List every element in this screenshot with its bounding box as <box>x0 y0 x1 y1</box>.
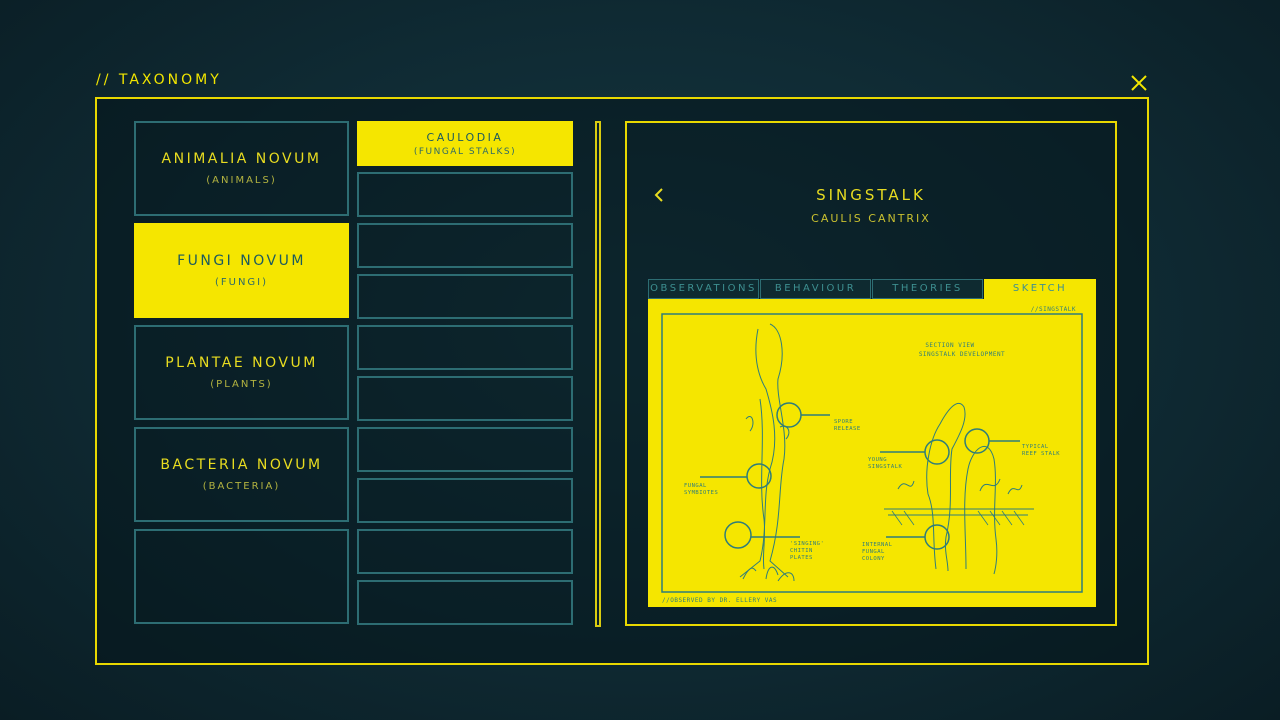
list-scrollbar[interactable] <box>595 121 601 627</box>
sketch-symbiotes-label: SYMBIOTES <box>684 490 718 496</box>
sketch-singing-label: 'SINGING' <box>790 541 824 547</box>
kingdom-sub: (BACTERIA) <box>202 481 281 492</box>
kingdom-plantae[interactable]: PLANTAE NOVUM (PLANTS) <box>134 325 349 420</box>
sketch-section-label: SECTION VIEW <box>925 342 974 349</box>
subcategory-empty-slot[interactable] <box>357 580 573 625</box>
kingdom-name: ANIMALIA NOVUM <box>161 151 322 167</box>
tab-sketch[interactable]: SKETCH <box>984 279 1096 299</box>
sketch-typical-label: REEF STALK <box>1022 451 1060 457</box>
subcategory-empty-slot[interactable] <box>357 325 573 370</box>
kingdom-bacteria[interactable]: BACTERIA NOVUM (BACTERIA) <box>134 427 349 522</box>
taxonomy-title: // TAXONOMY <box>96 72 222 88</box>
sketch-spore-label: RELEASE <box>834 426 861 432</box>
tab-theories[interactable]: THEORIES <box>872 279 983 299</box>
subcategory-empty-slot[interactable] <box>357 529 573 574</box>
sketch-typical-label: TYPICAL <box>1022 444 1049 450</box>
species-latin-name: CAULIS CANTRIX <box>811 212 931 225</box>
kingdom-fungi[interactable]: FUNGI NOVUM (FUNGI) <box>134 223 349 318</box>
sketch-symbiotes-label: FUNGAL <box>684 483 707 489</box>
sketch-section-label: SINGSTALK DEVELOPMENT <box>919 351 1005 358</box>
kingdom-name: BACTERIA NOVUM <box>160 457 323 473</box>
sketch-young-label: YOUNG <box>868 457 887 463</box>
sketch-panel: //SINGSTALK SECTION VIEW SINGSTALK DEVEL… <box>648 299 1096 607</box>
subcategory-empty-slot[interactable] <box>357 172 573 217</box>
singstalk-sketch: //SINGSTALK SECTION VIEW SINGSTALK DEVEL… <box>661 306 1083 604</box>
species-name: SINGSTALK <box>816 186 926 204</box>
subcategory-empty-slot[interactable] <box>357 274 573 319</box>
kingdom-empty-slot[interactable] <box>134 529 349 624</box>
sketch-internal-label: COLONY <box>862 556 885 562</box>
sketch-singing-label: PLATES <box>790 555 813 561</box>
kingdom-sub: (FUNGI) <box>214 277 269 288</box>
sketch-singing-label: CHITIN <box>790 548 813 554</box>
subcategory-empty-slot[interactable] <box>357 223 573 268</box>
subcategory-empty-slot[interactable] <box>357 427 573 472</box>
sketch-spore-label: SPORE <box>834 419 853 425</box>
kingdom-name: PLANTAE NOVUM <box>165 355 318 371</box>
kingdom-animalia[interactable]: ANIMALIA NOVUM (ANIMALS) <box>134 121 349 216</box>
kingdom-sub: (PLANTS) <box>210 379 273 390</box>
tab-observations[interactable]: OBSERVATIONS <box>648 279 759 299</box>
kingdom-name: FUNGI NOVUM <box>177 253 306 269</box>
subcategory-empty-slot[interactable] <box>357 376 573 421</box>
subcategory-name: CAULODIA <box>426 130 504 144</box>
sketch-tag: //SINGSTALK <box>1031 306 1076 313</box>
sketch-observer: //OBSERVED BY DR. ELLERY VAS <box>662 597 777 604</box>
sketch-internal-label: INTERNAL <box>862 542 893 548</box>
kingdom-sub: (ANIMALS) <box>206 175 277 186</box>
close-icon[interactable] <box>1128 72 1150 94</box>
tab-behaviour[interactable]: BEHAVIOUR <box>760 279 871 299</box>
subcategory-caulodia[interactable]: CAULODIA (FUNGAL STALKS) <box>357 121 573 166</box>
subcategory-empty-slot[interactable] <box>357 478 573 523</box>
subcategory-sub: (FUNGAL STALKS) <box>413 146 517 157</box>
sketch-internal-label: FUNGAL <box>862 549 885 555</box>
sketch-young-label: SINGSTALK <box>868 464 902 470</box>
